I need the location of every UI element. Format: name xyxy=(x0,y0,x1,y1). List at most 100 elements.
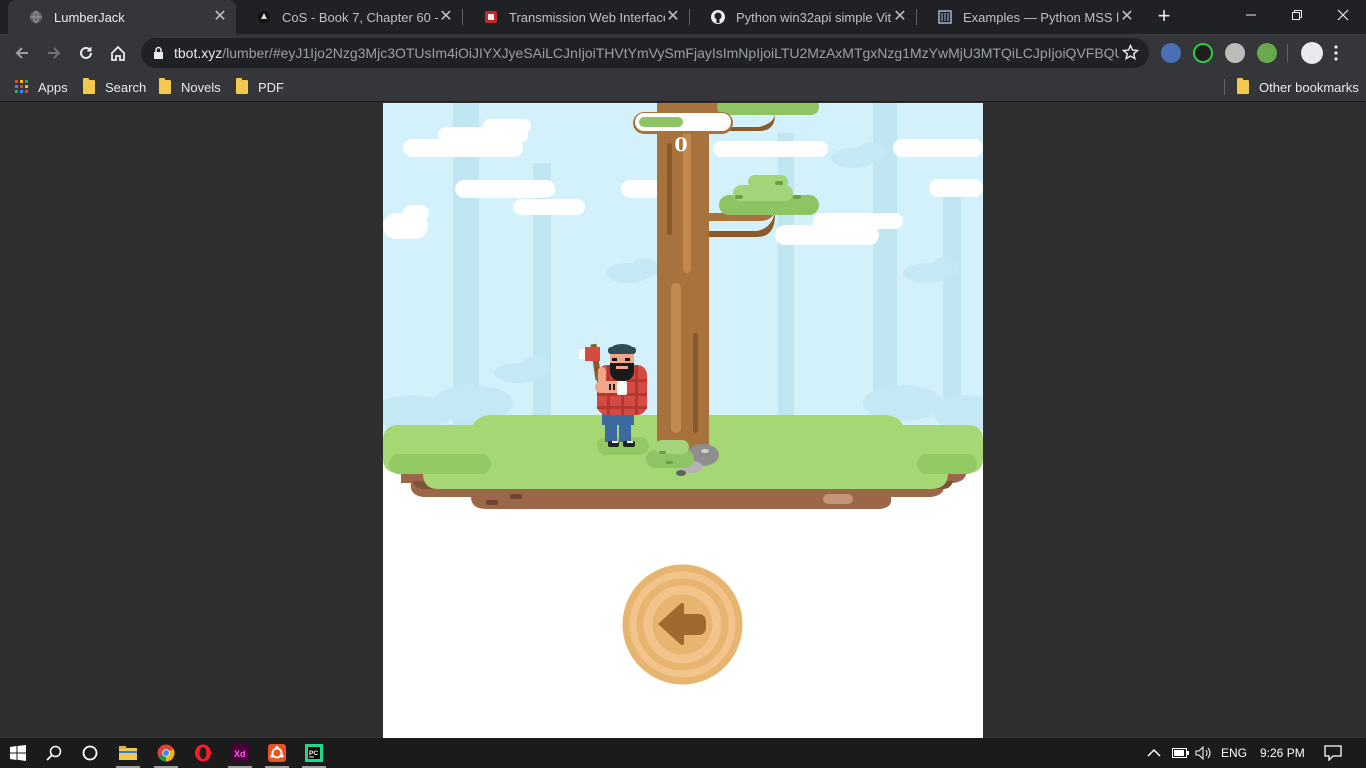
taskbar-adobe-xd[interactable]: Xd xyxy=(222,738,258,768)
svg-text:PC: PC xyxy=(309,750,318,757)
language-indicator[interactable]: ENG xyxy=(1221,738,1247,768)
file-explorer-icon xyxy=(119,746,137,760)
bookmarks-divider xyxy=(1224,79,1225,95)
timer-bar xyxy=(633,112,733,134)
url-path: /lumber/#eyJ1Ijo2Nzg3Mjc3OTUsIm4iOiJIYXJ… xyxy=(222,45,1119,61)
page-viewport: 0 xyxy=(0,103,1366,738)
stone xyxy=(823,494,853,504)
url-host: tbot.xyz xyxy=(174,45,223,61)
github-icon xyxy=(710,9,726,25)
tab-github[interactable]: Python win32api simple Vitual ✕ xyxy=(690,0,916,34)
menu-icon[interactable] xyxy=(1334,45,1338,66)
windows-start-button[interactable] xyxy=(0,738,36,768)
timer-fill xyxy=(639,117,683,127)
notifications-icon[interactable] xyxy=(1324,738,1342,768)
close-tab-icon[interactable]: ✕ xyxy=(212,9,228,25)
toolbar-divider xyxy=(1287,44,1288,62)
folder-icon xyxy=(236,78,248,94)
chrome-icon xyxy=(157,744,175,762)
apps-grid-icon xyxy=(15,80,28,93)
taskbar-pycharm[interactable]: PC xyxy=(296,738,332,768)
tab-python-mss[interactable]: Examples — Python MSS lates ✕ xyxy=(917,0,1143,34)
battery-icon[interactable] xyxy=(1172,738,1190,768)
tab-title: Examples — Python MSS lates xyxy=(963,9,1119,25)
grass-shade xyxy=(917,454,977,474)
bookmark-folder-search[interactable]: Search xyxy=(83,77,146,97)
lock-icon[interactable] xyxy=(153,46,164,65)
tab-transmission[interactable]: Transmission Web Interface ✕ xyxy=(463,0,689,34)
bookmark-folder-pdf[interactable]: PDF xyxy=(236,77,284,97)
close-window-button[interactable] xyxy=(1320,0,1366,30)
bookmark-label: Search xyxy=(105,79,147,95)
windows-taskbar: Xd PC ENG 9:26 PM xyxy=(0,738,1366,768)
forward-button[interactable] xyxy=(40,39,68,67)
cortana-icon xyxy=(82,745,98,761)
star-icon[interactable] xyxy=(1121,43,1140,66)
tab-title: Transmission Web Interface xyxy=(509,9,665,25)
pycharm-icon: PC xyxy=(305,744,323,762)
pebble xyxy=(510,494,522,499)
tab-title: Python win32api simple Vitual xyxy=(736,9,892,25)
profile-avatar[interactable] xyxy=(1301,42,1323,64)
address-bar[interactable]: tbot.xyz/lumber/#eyJ1Ijo2Nzg3Mjc3OTUsIm4… xyxy=(141,38,1149,68)
tab-cos-novel[interactable]: CoS - Book 7, Chapter 60 - Wu ✕ xyxy=(236,0,462,34)
url-text: tbot.xyz/lumber/#eyJ1Ijo2Nzg3Mjc3OTUsIm4… xyxy=(174,45,1119,61)
new-tab-button[interactable]: + xyxy=(1152,5,1176,29)
svg-text:Xd: Xd xyxy=(234,749,246,759)
windows-logo-icon xyxy=(10,745,26,761)
bookmark-label: Apps xyxy=(38,79,68,95)
volume-icon[interactable] xyxy=(1195,738,1213,768)
axe-head xyxy=(585,347,600,361)
browser-toolbar: tbot.xyz/lumber/#eyJ1Ijo2Nzg3Mjc3OTUsIm4… xyxy=(0,34,1366,72)
tab-strip: LumberJack ✕ CoS - Book 7, Chapter 60 - … xyxy=(0,0,1366,34)
reload-button[interactable] xyxy=(72,39,100,67)
ubuntu-icon xyxy=(268,744,286,762)
restore-button[interactable] xyxy=(1274,0,1320,30)
extension-gear-icon[interactable] xyxy=(1225,43,1245,63)
close-tab-icon[interactable]: ✕ xyxy=(1119,9,1135,25)
search-icon xyxy=(46,745,62,761)
tab-title: LumberJack xyxy=(54,9,125,25)
tab-title: CoS - Book 7, Chapter 60 - Wu xyxy=(282,9,438,25)
close-tab-icon[interactable]: ✕ xyxy=(438,9,454,25)
grass-shade xyxy=(389,454,491,474)
folder-icon xyxy=(83,78,95,94)
bookmark-folder-other[interactable]: Other bookmarks xyxy=(1237,77,1359,97)
minimize-button[interactable] xyxy=(1228,0,1274,30)
globe-icon xyxy=(28,9,44,25)
beard xyxy=(610,363,634,381)
tab-lumberjack[interactable]: LumberJack ✕ xyxy=(8,0,236,34)
tray-overflow-icon[interactable] xyxy=(1147,738,1161,768)
close-tab-icon[interactable]: ✕ xyxy=(892,9,908,25)
bookmark-label: Other bookmarks xyxy=(1259,79,1359,95)
score-counter: 0 xyxy=(674,134,688,156)
taskbar-ubuntu[interactable] xyxy=(259,738,295,768)
bookmark-folder-novels[interactable]: Novels xyxy=(159,77,221,97)
folder-icon xyxy=(159,78,171,94)
taskbar-chrome[interactable] xyxy=(148,738,184,768)
folder-icon xyxy=(1237,78,1249,94)
home-button[interactable] xyxy=(104,39,132,67)
game-container: 0 xyxy=(383,103,983,738)
opera-icon xyxy=(195,744,211,762)
axe-blade xyxy=(579,349,585,359)
extension-map-icon[interactable] xyxy=(1257,43,1277,63)
back-button[interactable] xyxy=(8,39,36,67)
search-button[interactable] xyxy=(36,738,72,768)
site-icon xyxy=(256,9,272,25)
clock[interactable]: 9:26 PM xyxy=(1260,738,1305,768)
chop-left-button[interactable] xyxy=(622,564,743,685)
pebble xyxy=(486,500,498,505)
bookmark-apps[interactable]: Apps xyxy=(15,77,68,97)
extension-steam-icon[interactable] xyxy=(1161,43,1181,63)
transmission-icon xyxy=(483,9,499,25)
left-arrow-button-graphic xyxy=(622,564,743,685)
close-tab-icon[interactable]: ✕ xyxy=(665,9,681,25)
bookmark-label: Novels xyxy=(181,79,221,95)
extension-sound-icon[interactable] xyxy=(1193,43,1213,63)
bookmarks-bar: Apps Search Novels PDF Other bookmarks xyxy=(0,72,1366,102)
taskbar-opera[interactable] xyxy=(185,738,221,768)
xd-icon: Xd xyxy=(231,744,249,762)
taskbar-file-explorer[interactable] xyxy=(110,738,146,768)
cortana-button[interactable] xyxy=(72,738,108,768)
